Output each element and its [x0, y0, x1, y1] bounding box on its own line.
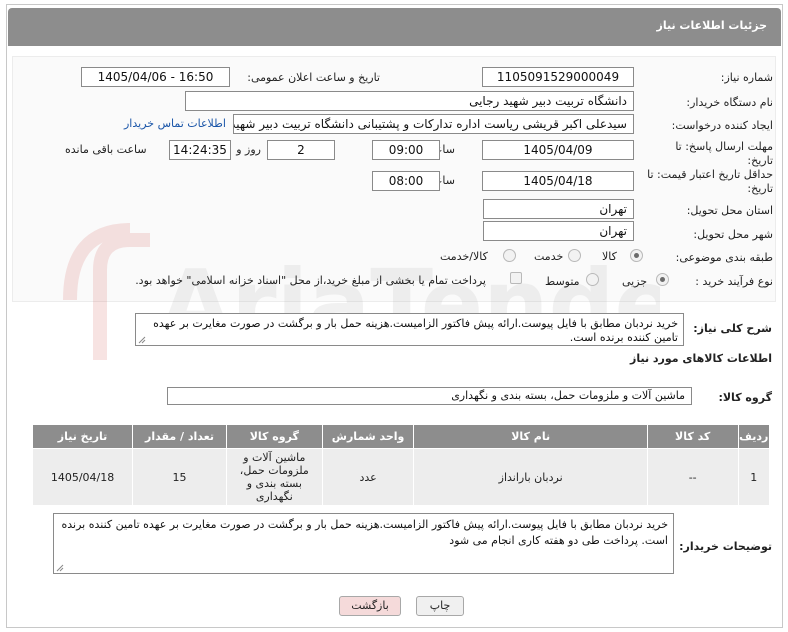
cell-name: نردبان بارانداز	[413, 448, 648, 506]
purchase-type-label: نوع فرآیند خرید :	[695, 275, 773, 288]
col-name: نام کالا	[413, 424, 648, 449]
reply-deadline-label: مهلت ارسال پاسخ: تا تاریخ:	[675, 140, 773, 167]
purchase-radio-medium[interactable]	[586, 273, 599, 286]
treasury-payment-checkbox[interactable]	[510, 272, 522, 284]
cell-group: ماشین آلات و ملزومات حمل، بسته بندی و نگ…	[225, 448, 323, 506]
need-number-label: شماره نیاز:	[720, 71, 773, 84]
purchase-option-minor: جزیی	[622, 275, 648, 288]
header-bar: جزئیات اطلاعات نیاز	[8, 8, 781, 46]
col-group: گروه کالا	[225, 424, 323, 449]
category-option-service: خدمت	[534, 250, 564, 263]
category-radio-service[interactable]	[568, 249, 581, 262]
items-table: ردیف کد کالا نام کالا واحد شمارش گروه کا…	[31, 424, 771, 506]
need-number-field: 1105091529000049	[482, 67, 634, 87]
requester-field: سیدعلی اکبر قریشی ریاست اداره تدارکات و …	[233, 114, 634, 134]
reply-days-label: روز و	[236, 143, 261, 156]
delivery-city-label: شهر محل تحویل:	[693, 228, 773, 241]
back-button[interactable]: بازگشت	[339, 596, 401, 616]
purchase-option-medium: متوسط	[545, 275, 580, 288]
cell-row: 1	[737, 448, 771, 506]
remaining-time-field: 14:24:35	[169, 140, 231, 160]
buyer-org-field: دانشگاه تربیت دبیر شهید رجایی	[185, 91, 634, 111]
treasury-payment-note: پرداخت تمام یا بخشی از مبلغ خرید،از محل …	[135, 274, 486, 287]
delivery-province-field: تهران	[483, 199, 634, 219]
goods-group-label: گروه کالا:	[718, 391, 772, 404]
col-code: کد کالا	[646, 424, 739, 449]
announce-datetime-label: تاریخ و ساعت اعلان عمومی:	[247, 71, 380, 84]
goods-info-title: اطلاعات کالاهای مورد نیاز	[630, 352, 772, 365]
price-validity-label: حداقل تاریخ اعتبار قیمت: تا تاریخ:	[647, 168, 773, 195]
resize-grip-icon	[138, 336, 146, 344]
remaining-time-label: ساعت باقی مانده	[65, 143, 147, 156]
reply-deadline-date: 1405/04/09	[482, 140, 634, 160]
reply-days-field: 2	[267, 140, 335, 160]
print-button[interactable]: چاپ	[416, 596, 464, 616]
buyer-notes-label: توضیحات خریدار:	[679, 540, 772, 553]
category-option-goods: کالا	[602, 250, 617, 263]
requester-label: ایجاد کننده درخواست:	[671, 119, 773, 132]
delivery-province-label: استان محل تحویل:	[686, 204, 773, 217]
announce-datetime-field: 1405/04/06 - 16:50	[81, 67, 230, 87]
col-quantity: تعداد / مقدار	[132, 424, 227, 449]
general-description-label: شرح کلی نیاز:	[693, 322, 772, 335]
page-title: جزئیات اطلاعات نیاز	[656, 19, 768, 32]
category-radio-goods[interactable]	[630, 249, 643, 262]
price-validity-date: 1405/04/18	[482, 171, 634, 191]
table-row: 1 -- نردبان بارانداز عدد ماشین آلات و مل…	[31, 448, 771, 506]
cell-quantity: 15	[132, 448, 227, 506]
buyer-notes-textarea[interactable]: خرید نردبان مطابق با فایل پیوست.ارائه پی…	[53, 513, 674, 574]
col-unit: واحد شمارش	[321, 424, 415, 449]
category-option-goods-service: کالا/خدمت	[440, 250, 488, 263]
delivery-city-field: تهران	[483, 221, 634, 241]
col-row: ردیف	[737, 424, 771, 449]
buyer-notes-text: خرید نردبان مطابق با فایل پیوست.ارائه پی…	[61, 518, 669, 547]
cell-code: --	[646, 448, 739, 506]
cell-date: 1405/04/18	[31, 448, 134, 506]
resize-grip-icon	[56, 564, 64, 572]
goods-group-field: ماشین آلات و ملزومات حمل، بسته بندی و نگ…	[167, 387, 692, 405]
price-validity-time: 08:00	[372, 171, 440, 191]
reply-deadline-time: 09:00	[372, 140, 440, 160]
general-description-textarea[interactable]: خرید نردبان مطابق با فایل پیوست.ارائه پی…	[135, 313, 684, 346]
col-date: تاریخ نیاز	[31, 424, 134, 449]
cell-unit: عدد	[321, 448, 415, 506]
category-label: طبقه بندی موضوعی:	[675, 251, 773, 264]
buyer-contact-link[interactable]: اطلاعات تماس خریدار	[124, 117, 226, 130]
purchase-radio-minor[interactable]	[656, 273, 669, 286]
general-description-text: خرید نردبان مطابق با فایل پیوست.ارائه پی…	[153, 317, 678, 344]
buyer-org-label: نام دستگاه خریدار:	[686, 96, 773, 109]
items-table-header: ردیف کد کالا نام کالا واحد شمارش گروه کا…	[31, 424, 771, 449]
category-radio-goods-service[interactable]	[503, 249, 516, 262]
